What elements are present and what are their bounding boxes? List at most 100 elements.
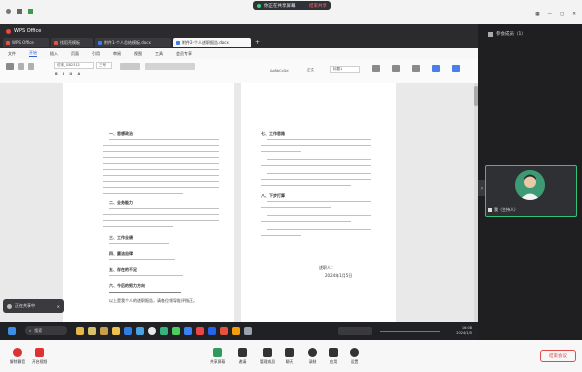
mic-off-icon xyxy=(13,348,23,357)
text-line xyxy=(267,139,371,141)
doc-icon xyxy=(98,40,102,45)
signature-line: 述职人： xyxy=(319,265,335,270)
file-explorer-icon[interactable] xyxy=(112,327,120,335)
tab-doc-2[interactable]: 附件2-个人述职报告.docx xyxy=(173,38,251,47)
share-status-pill[interactable]: 你正在共享屏幕 结束共享 xyxy=(253,1,331,10)
tray-weather[interactable] xyxy=(338,327,372,335)
select-icon[interactable] xyxy=(412,65,420,72)
font-select[interactable]: 仿宋_GB2312 xyxy=(54,62,94,69)
taskbar-search[interactable]: ⌕ 搜索 xyxy=(25,326,67,335)
record-button[interactable]: 录制 xyxy=(308,348,317,365)
text-line xyxy=(103,214,219,216)
widgets-icon[interactable] xyxy=(76,327,84,335)
member-icon[interactable] xyxy=(452,65,460,72)
windows-start-icon[interactable] xyxy=(8,327,16,335)
wps-taskbar-icon[interactable] xyxy=(220,327,228,335)
close-icon[interactable]: ✕ xyxy=(572,12,576,17)
menu-references[interactable]: 引用 xyxy=(92,51,100,57)
text-line xyxy=(103,145,219,147)
maximize-icon[interactable]: ▢ xyxy=(560,12,564,17)
participant-panel-header[interactable]: 参会成员（1） xyxy=(478,29,582,39)
edge-icon[interactable] xyxy=(124,327,132,335)
page1-heading-2: 二、业务能力 xyxy=(109,200,133,205)
share-screen-button[interactable]: 共享屏幕 xyxy=(210,348,225,365)
text-line xyxy=(103,226,173,228)
text-line xyxy=(109,243,169,245)
apps-button[interactable]: 应用 xyxy=(329,348,338,365)
menu-insert[interactable]: 插入 xyxy=(50,51,58,57)
style-body[interactable]: 正文 xyxy=(305,67,327,74)
manage-members-button[interactable]: 管理成员 xyxy=(260,348,275,365)
text-line xyxy=(103,163,219,165)
document-page-2[interactable]: 七、工作思路 八、下步打算 述职人： 2024年1月5日 xyxy=(241,83,396,340)
info-icon[interactable] xyxy=(6,9,11,14)
tray-icons[interactable] xyxy=(380,331,440,332)
menu-view[interactable]: 视图 xyxy=(134,51,142,57)
menu-review[interactable]: 审阅 xyxy=(113,51,121,57)
copy-icon[interactable] xyxy=(28,63,34,70)
app-icon[interactable] xyxy=(160,327,168,335)
format-buttons[interactable]: B I U A xyxy=(55,72,82,76)
paste-icon[interactable] xyxy=(6,63,14,70)
paragraph-tools[interactable] xyxy=(120,63,140,70)
meeting-controls: 解除静音 开启视频 共享屏幕 邀请 管理成员 聊天 录制 应用 设置 结束会议 xyxy=(0,340,582,372)
text-line xyxy=(103,220,219,222)
menu-page[interactable]: 页面 xyxy=(71,51,79,57)
end-meeting-button[interactable]: 结束会议 xyxy=(540,350,576,362)
layout-icon[interactable] xyxy=(432,65,440,72)
mic-off-icon xyxy=(488,208,492,212)
invite-button[interactable]: 邀请 xyxy=(238,348,247,365)
wps-logo[interactable]: WPS Office xyxy=(6,28,41,34)
wechat-icon[interactable] xyxy=(172,327,180,335)
chat-button[interactable]: 聊天 xyxy=(285,348,294,365)
menu-file[interactable]: 文件 xyxy=(8,51,16,57)
text-line xyxy=(267,229,371,231)
find-replace-icon[interactable] xyxy=(392,65,400,72)
app-icon[interactable] xyxy=(232,327,240,335)
text-line xyxy=(267,173,371,175)
menu-member[interactable]: 会员专享 xyxy=(176,51,192,57)
chrome-icon[interactable] xyxy=(148,327,156,335)
style-heading[interactable]: 标题1 xyxy=(330,66,360,73)
menu-home[interactable]: 开始 xyxy=(29,50,37,57)
document-page-1[interactable]: 一、思想政治 二、业务能力 三、工作业绩 四、廉洁自律 五、存在的不足 六、今后… xyxy=(63,83,234,340)
taskbar-clock[interactable]: 16:08 2024/1/5 xyxy=(456,326,472,336)
taskbar: ⌕ 搜索 16:08 2024/1/5 xyxy=(0,322,478,340)
screen-icon xyxy=(7,303,12,309)
document-area[interactable]: 一、思想政治 二、业务能力 三、工作业绩 四、廉洁自律 五、存在的不足 六、今后… xyxy=(0,83,474,340)
tab-doc-1[interactable]: 附件1-个人总结模板.docx xyxy=(95,38,171,47)
close-notification-icon[interactable]: × xyxy=(57,304,60,309)
cut-icon[interactable] xyxy=(18,63,24,70)
tab-templates[interactable]: 找稻壳模板 xyxy=(51,38,93,47)
stop-share-button[interactable]: 结束共享 xyxy=(309,3,327,9)
sharing-notification[interactable]: 正在共享中 × xyxy=(3,299,64,313)
gallery-view-button[interactable]: ▦ xyxy=(535,12,539,17)
font-size-select[interactable]: 三号 xyxy=(96,62,112,69)
style-normal[interactable]: AaBbCcDd xyxy=(268,67,300,74)
text-line xyxy=(103,193,183,195)
store-icon[interactable] xyxy=(136,327,144,335)
app-icon[interactable] xyxy=(196,327,204,335)
text-line xyxy=(109,139,219,141)
tab-wps-home[interactable]: WPS Office xyxy=(3,38,49,47)
app-icon[interactable] xyxy=(244,327,252,335)
text-line xyxy=(103,169,219,171)
text-line xyxy=(109,259,175,261)
app-icon[interactable] xyxy=(100,327,108,335)
settings-button[interactable]: 设置 xyxy=(350,348,359,365)
app-icon[interactable] xyxy=(88,327,96,335)
shield-icon[interactable] xyxy=(17,9,22,14)
start-video-button[interactable]: 开启视频 xyxy=(32,348,47,365)
unmute-button[interactable]: 解除静音 xyxy=(10,348,25,365)
menu-tools[interactable]: 工具 xyxy=(155,51,163,57)
meeting-app-icon[interactable] xyxy=(184,327,192,335)
app-icon[interactable] xyxy=(208,327,216,335)
chat-icon xyxy=(285,348,294,357)
text-line xyxy=(267,201,371,203)
new-tab-button[interactable]: + xyxy=(253,38,262,48)
text-tool-icon[interactable] xyxy=(372,65,380,72)
text-line xyxy=(103,175,219,177)
alignment-tools[interactable] xyxy=(145,63,195,70)
text-line xyxy=(109,275,183,277)
minimize-icon[interactable]: — xyxy=(547,12,552,17)
